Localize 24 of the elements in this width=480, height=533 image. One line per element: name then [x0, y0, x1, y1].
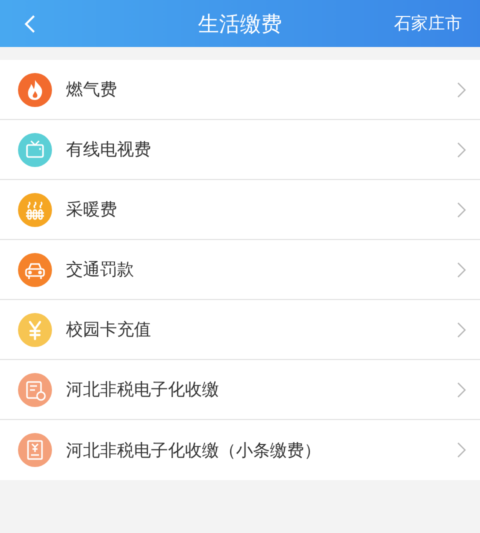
list-item[interactable]: 燃气费	[0, 60, 480, 120]
city-selector[interactable]: 石家庄市	[394, 12, 462, 35]
item-label: 采暖费	[66, 199, 117, 221]
list-item[interactable]: 交通罚款	[0, 240, 480, 300]
chevron-icon	[457, 82, 466, 98]
chevron-icon	[457, 382, 466, 398]
item-label: 有线电视费	[66, 139, 151, 161]
chevron-icon	[457, 202, 466, 218]
list-item[interactable]: 河北非税电子化收缴（小条缴费）	[0, 420, 480, 480]
item-label: 河北非税电子化收缴	[66, 379, 219, 401]
chevron-icon	[457, 262, 466, 278]
page-title: 生活缴费	[198, 10, 282, 38]
list-item[interactable]: 校园卡充值	[0, 300, 480, 360]
chevron-icon	[457, 442, 466, 458]
item-label: 燃气费	[66, 79, 117, 101]
list-item[interactable]: 有线电视费	[0, 120, 480, 180]
item-label: 交通罚款	[66, 259, 134, 281]
chevron-icon	[457, 142, 466, 158]
chevron-icon	[457, 322, 466, 338]
list-item[interactable]: 河北非税电子化收缴	[0, 360, 480, 420]
back-icon[interactable]	[24, 14, 36, 34]
item-label: 校园卡充值	[66, 319, 151, 341]
list-item[interactable]: 采暖费	[0, 180, 480, 240]
item-label: 河北非税电子化收缴（小条缴费）	[66, 440, 321, 462]
